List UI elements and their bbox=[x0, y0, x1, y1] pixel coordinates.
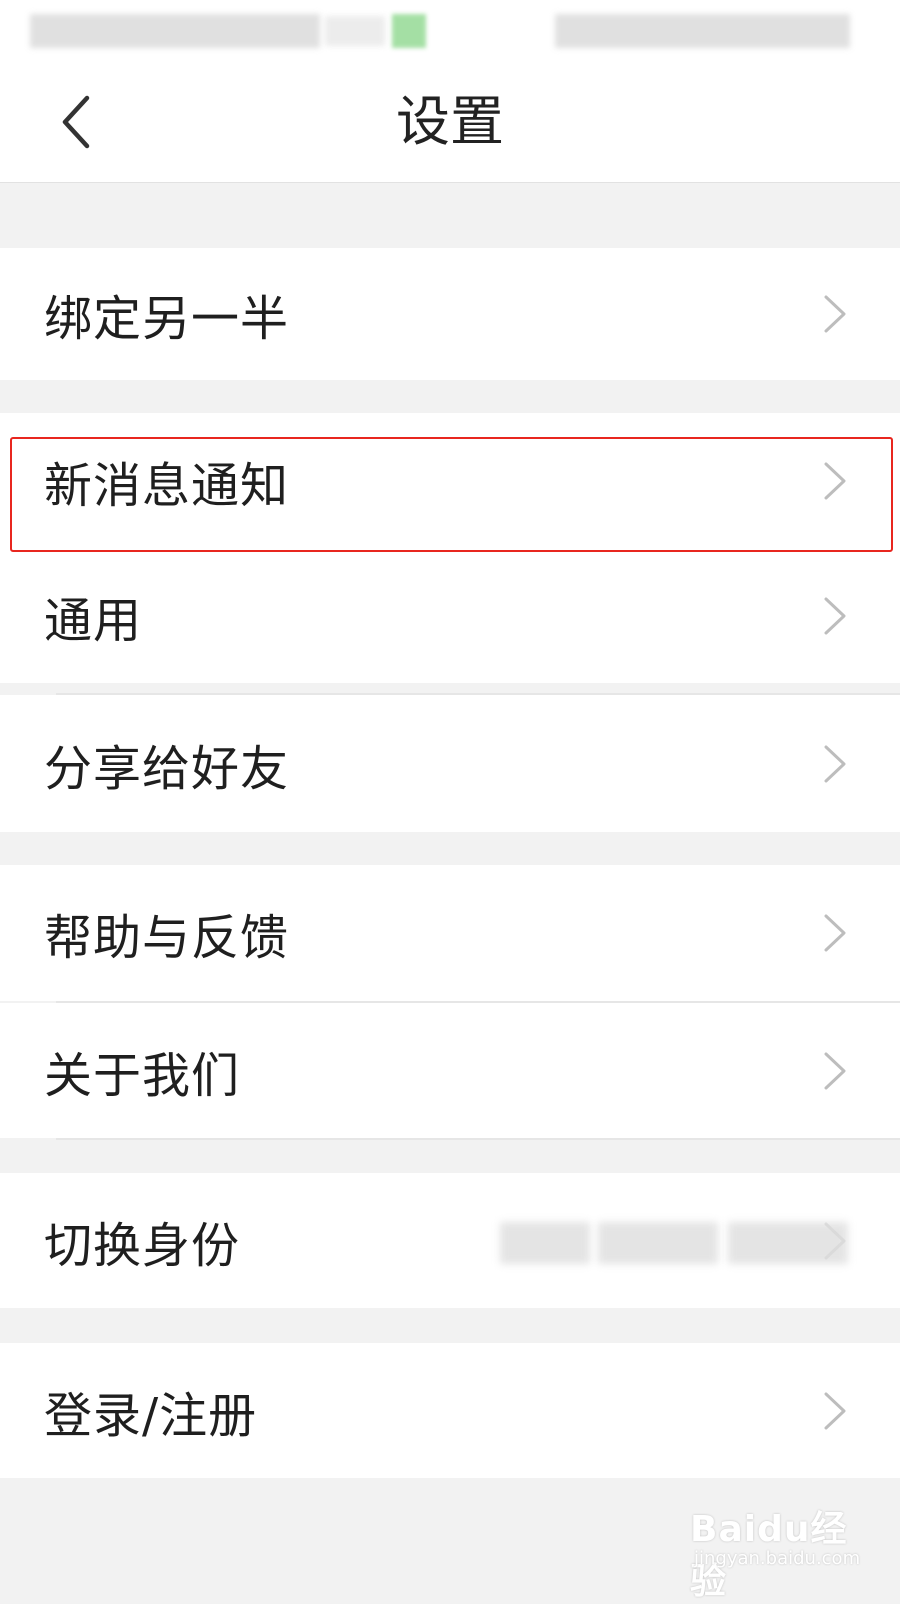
settings-item-label: 登录/注册 bbox=[44, 1387, 258, 1444]
settings-item-general[interactable]: 通用 bbox=[0, 549, 900, 683]
settings-item-help-feedback[interactable]: 帮助与反馈 bbox=[0, 865, 900, 1001]
back-button[interactable] bbox=[48, 90, 104, 154]
navigation-bar: 设置 bbox=[0, 62, 900, 183]
chevron-left-icon bbox=[62, 95, 90, 149]
current-identity-value-blur bbox=[728, 1222, 848, 1264]
chevron-right-icon bbox=[824, 295, 846, 333]
baidu-jingyan-watermark: Baidu经验 jingyan.baidu.com bbox=[690, 1500, 880, 1602]
settings-item-label: 通用 bbox=[44, 593, 143, 649]
chevron-right-icon bbox=[824, 597, 846, 635]
settings-item-label: 关于我们 bbox=[44, 1047, 241, 1104]
watermark-url-text: jingyan.baidu.com bbox=[694, 1548, 861, 1569]
chevron-right-icon bbox=[824, 745, 846, 782]
chevron-right-icon bbox=[824, 914, 846, 952]
row-divider bbox=[56, 1138, 900, 1140]
settings-item-label: 新消息通知 bbox=[44, 458, 290, 514]
settings-item-label: 分享给好友 bbox=[44, 740, 290, 797]
settings-item-new-message-notification[interactable]: 新消息通知 bbox=[0, 413, 900, 549]
status-bar-right-blur bbox=[555, 14, 850, 48]
status-bar-left-blur bbox=[30, 14, 320, 48]
settings-item-label: 绑定另一半 bbox=[44, 291, 290, 347]
page-title: 设置 bbox=[396, 90, 504, 153]
settings-item-about-us[interactable]: 关于我们 bbox=[0, 1003, 900, 1138]
status-bar-mid-blur bbox=[325, 16, 385, 46]
chevron-right-icon bbox=[824, 462, 846, 500]
current-identity-value-blur bbox=[598, 1222, 718, 1264]
status-bar-signal-indicator bbox=[392, 14, 426, 48]
settings-item-bind-partner[interactable]: 绑定另一半 bbox=[0, 248, 900, 380]
settings-item-login-register[interactable]: 登录/注册 bbox=[0, 1343, 900, 1478]
status-bar bbox=[0, 0, 900, 62]
chevron-right-icon bbox=[824, 1052, 846, 1089]
settings-item-share-to-friends[interactable]: 分享给好友 bbox=[0, 695, 900, 832]
chevron-right-icon bbox=[824, 1392, 846, 1429]
settings-item-label: 切换身份 bbox=[44, 1217, 241, 1274]
current-identity-value-blur bbox=[500, 1222, 590, 1264]
settings-item-label: 帮助与反馈 bbox=[44, 910, 290, 966]
